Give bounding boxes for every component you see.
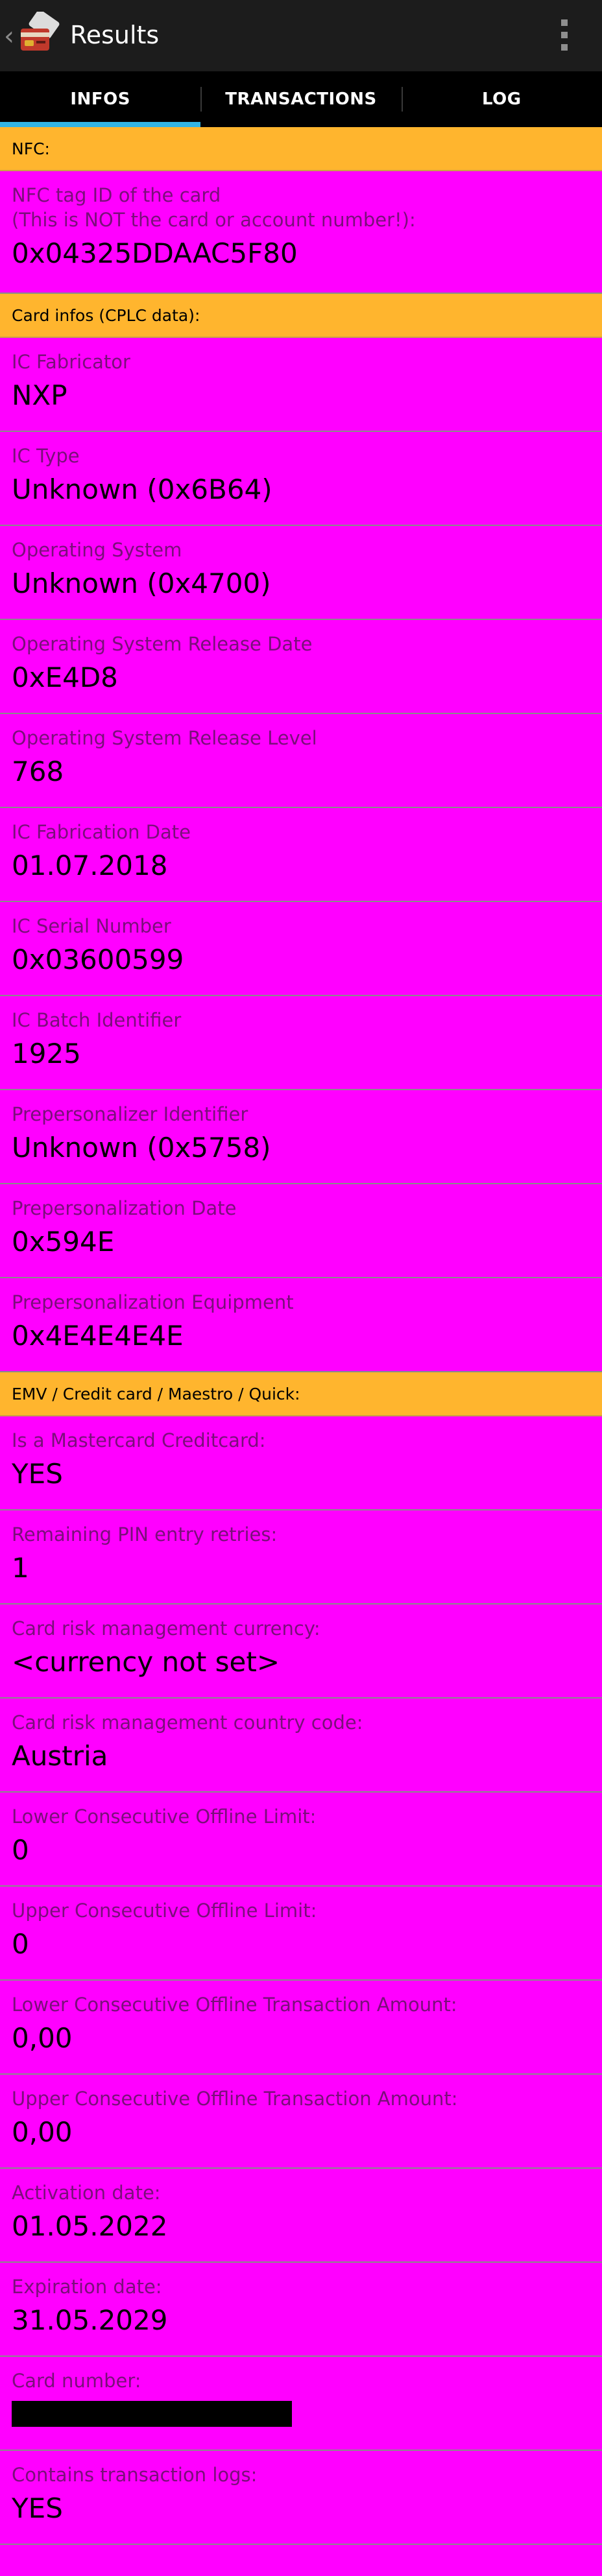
item-label: Lower Consecutive Offline Limit: xyxy=(12,1806,317,1828)
item-label: Operating System Release Date xyxy=(12,633,313,655)
item-label: Operating System Release Level xyxy=(12,727,317,749)
list-item[interactable]: Expiration date: 31.05.2029 xyxy=(0,2263,602,2357)
item-value: 0xE4D8 xyxy=(12,662,118,693)
item-value: 0,00 xyxy=(12,2022,73,2054)
item-label: Is a Mastercard Creditcard: xyxy=(12,1429,266,1451)
item-label: Card risk management currency: xyxy=(12,1617,320,1640)
item-value: 0x04325DDAAC5F80 xyxy=(12,237,298,269)
item-value: 1 xyxy=(12,1552,29,1584)
list-item[interactable]: Prepersonalization Date 0x594E xyxy=(0,1184,602,1278)
item-label: Card number: xyxy=(12,2370,141,2392)
list-item[interactable]: Prepersonalization Equipment 0x4E4E4E4E xyxy=(0,1278,602,1372)
back-chevron-icon[interactable]: ‹ xyxy=(4,23,14,49)
item-value: 01.07.2018 xyxy=(12,850,168,881)
tab-infos[interactable]: INFOS xyxy=(0,71,201,127)
tab-bar: INFOS TRANSACTIONS LOG xyxy=(0,71,602,127)
list-item[interactable]: IC Fabrication Date 01.07.2018 xyxy=(0,808,602,902)
card-number-redacted xyxy=(12,2401,292,2427)
tab-transactions[interactable]: TRANSACTIONS xyxy=(200,71,401,127)
item-value: <currency not set> xyxy=(12,1646,280,1678)
item-label: Lower Consecutive Offline Transaction Am… xyxy=(12,1994,457,2016)
item-label: IC Batch Identifier xyxy=(12,1009,182,1031)
item-label: Operating System xyxy=(12,539,182,561)
item-value: 01.05.2022 xyxy=(12,2210,168,2242)
item-label: Prepersonalizer Identifier xyxy=(12,1103,248,1125)
overflow-menu-icon[interactable] xyxy=(560,19,568,51)
item-label: IC Fabricator xyxy=(12,351,130,373)
item-label: Contains transaction logs: xyxy=(12,2464,258,2486)
list-item[interactable]: IC Fabricator NXP xyxy=(0,338,602,432)
item-label: Prepersonalization Equipment xyxy=(12,1291,294,1313)
list-item[interactable]: Lower Consecutive Offline Limit: 0 xyxy=(0,1793,602,1887)
item-label: Upper Consecutive Offline Transaction Am… xyxy=(12,2088,458,2110)
list-item[interactable]: Prepersonalizer Identifier Unknown (0x575… xyxy=(0,1090,602,1184)
list-item[interactable]: Remaining PIN entry retries: 1 xyxy=(0,1510,602,1604)
item-value: 0x4E4E4E4E xyxy=(12,1320,184,1352)
item-value: 31.05.2029 xyxy=(12,2304,168,2336)
item-value: Unknown (0x4700) xyxy=(12,567,271,599)
list-item[interactable]: IC Type Unknown (0x6B64) xyxy=(0,432,602,526)
item-value: 0x594E xyxy=(12,1226,115,1258)
item-label: NFC tag ID of the card (This is NOT the … xyxy=(12,184,416,231)
item-label: IC Fabrication Date xyxy=(12,821,191,843)
item-value: 768 xyxy=(12,756,64,787)
list-item[interactable]: IC Batch Identifier 1925 xyxy=(0,996,602,1090)
list-item[interactable]: Operating System Release Date 0xE4D8 xyxy=(0,620,602,714)
list-item[interactable]: Lower Consecutive Offline Transaction Am… xyxy=(0,1981,602,2075)
item-value: YES xyxy=(12,1458,63,1490)
item-label: Activation date: xyxy=(12,2182,161,2204)
list-item[interactable]: Operating System Release Level 768 xyxy=(0,714,602,808)
item-value: 0,00 xyxy=(12,2116,73,2148)
item-value: YES xyxy=(12,2492,63,2524)
item-label: IC Type xyxy=(12,445,80,467)
item-value: 0 xyxy=(12,1928,29,1960)
section-header-emv: EMV / Credit card / Maestro / Quick: xyxy=(0,1372,602,1416)
list-item[interactable]: Is a Mastercard Creditcard: YES xyxy=(0,1416,602,1510)
list-item[interactable]: Contains transaction logs: YES xyxy=(0,2451,602,2545)
item-value: NXP xyxy=(12,379,67,411)
item-value: Unknown (0x6B64) xyxy=(12,473,272,505)
action-bar: ‹ Results xyxy=(0,0,602,71)
tab-log[interactable]: LOG xyxy=(401,71,602,127)
section-header-nfc: NFC: xyxy=(0,127,602,171)
item-label: Expiration date: xyxy=(12,2276,162,2298)
list-item[interactable]: Activation date: 01.05.2022 xyxy=(0,2169,602,2263)
item-value: 1925 xyxy=(12,1038,81,1069)
page-title: Results xyxy=(70,21,160,49)
list-item[interactable]: Card risk management currency: <currency … xyxy=(0,1604,602,1699)
item-value: Austria xyxy=(12,1740,108,1772)
list-item[interactable]: NFC tag ID of the card (This is NOT the … xyxy=(0,171,602,294)
list-item[interactable]: Card number: xyxy=(0,2357,602,2451)
item-label: Prepersonalization Date xyxy=(12,1197,237,1219)
section-header-cplc: Card infos (CPLC data): xyxy=(0,294,602,338)
item-label: Remaining PIN entry retries: xyxy=(12,1523,278,1545)
item-value: 0 xyxy=(12,1834,29,1866)
results-list[interactable]: NFC: NFC tag ID of the card (This is NOT … xyxy=(0,127,602,2545)
item-label: Card risk management country code: xyxy=(12,1711,363,1734)
item-label: IC Serial Number xyxy=(12,915,171,937)
item-value: Unknown (0x5758) xyxy=(12,1132,271,1163)
list-item[interactable]: Operating System Unknown (0x4700) xyxy=(0,526,602,620)
list-item[interactable]: IC Serial Number 0x03600599 xyxy=(0,902,602,996)
list-item[interactable]: Card risk management country code: Austri… xyxy=(0,1699,602,1793)
app-card-icon[interactable] xyxy=(17,12,62,57)
item-label: Upper Consecutive Offline Limit: xyxy=(12,1900,317,1922)
list-item[interactable]: Upper Consecutive Offline Transaction Am… xyxy=(0,2075,602,2169)
list-item[interactable]: Upper Consecutive Offline Limit: 0 xyxy=(0,1887,602,1981)
item-value: 0x03600599 xyxy=(12,944,184,975)
